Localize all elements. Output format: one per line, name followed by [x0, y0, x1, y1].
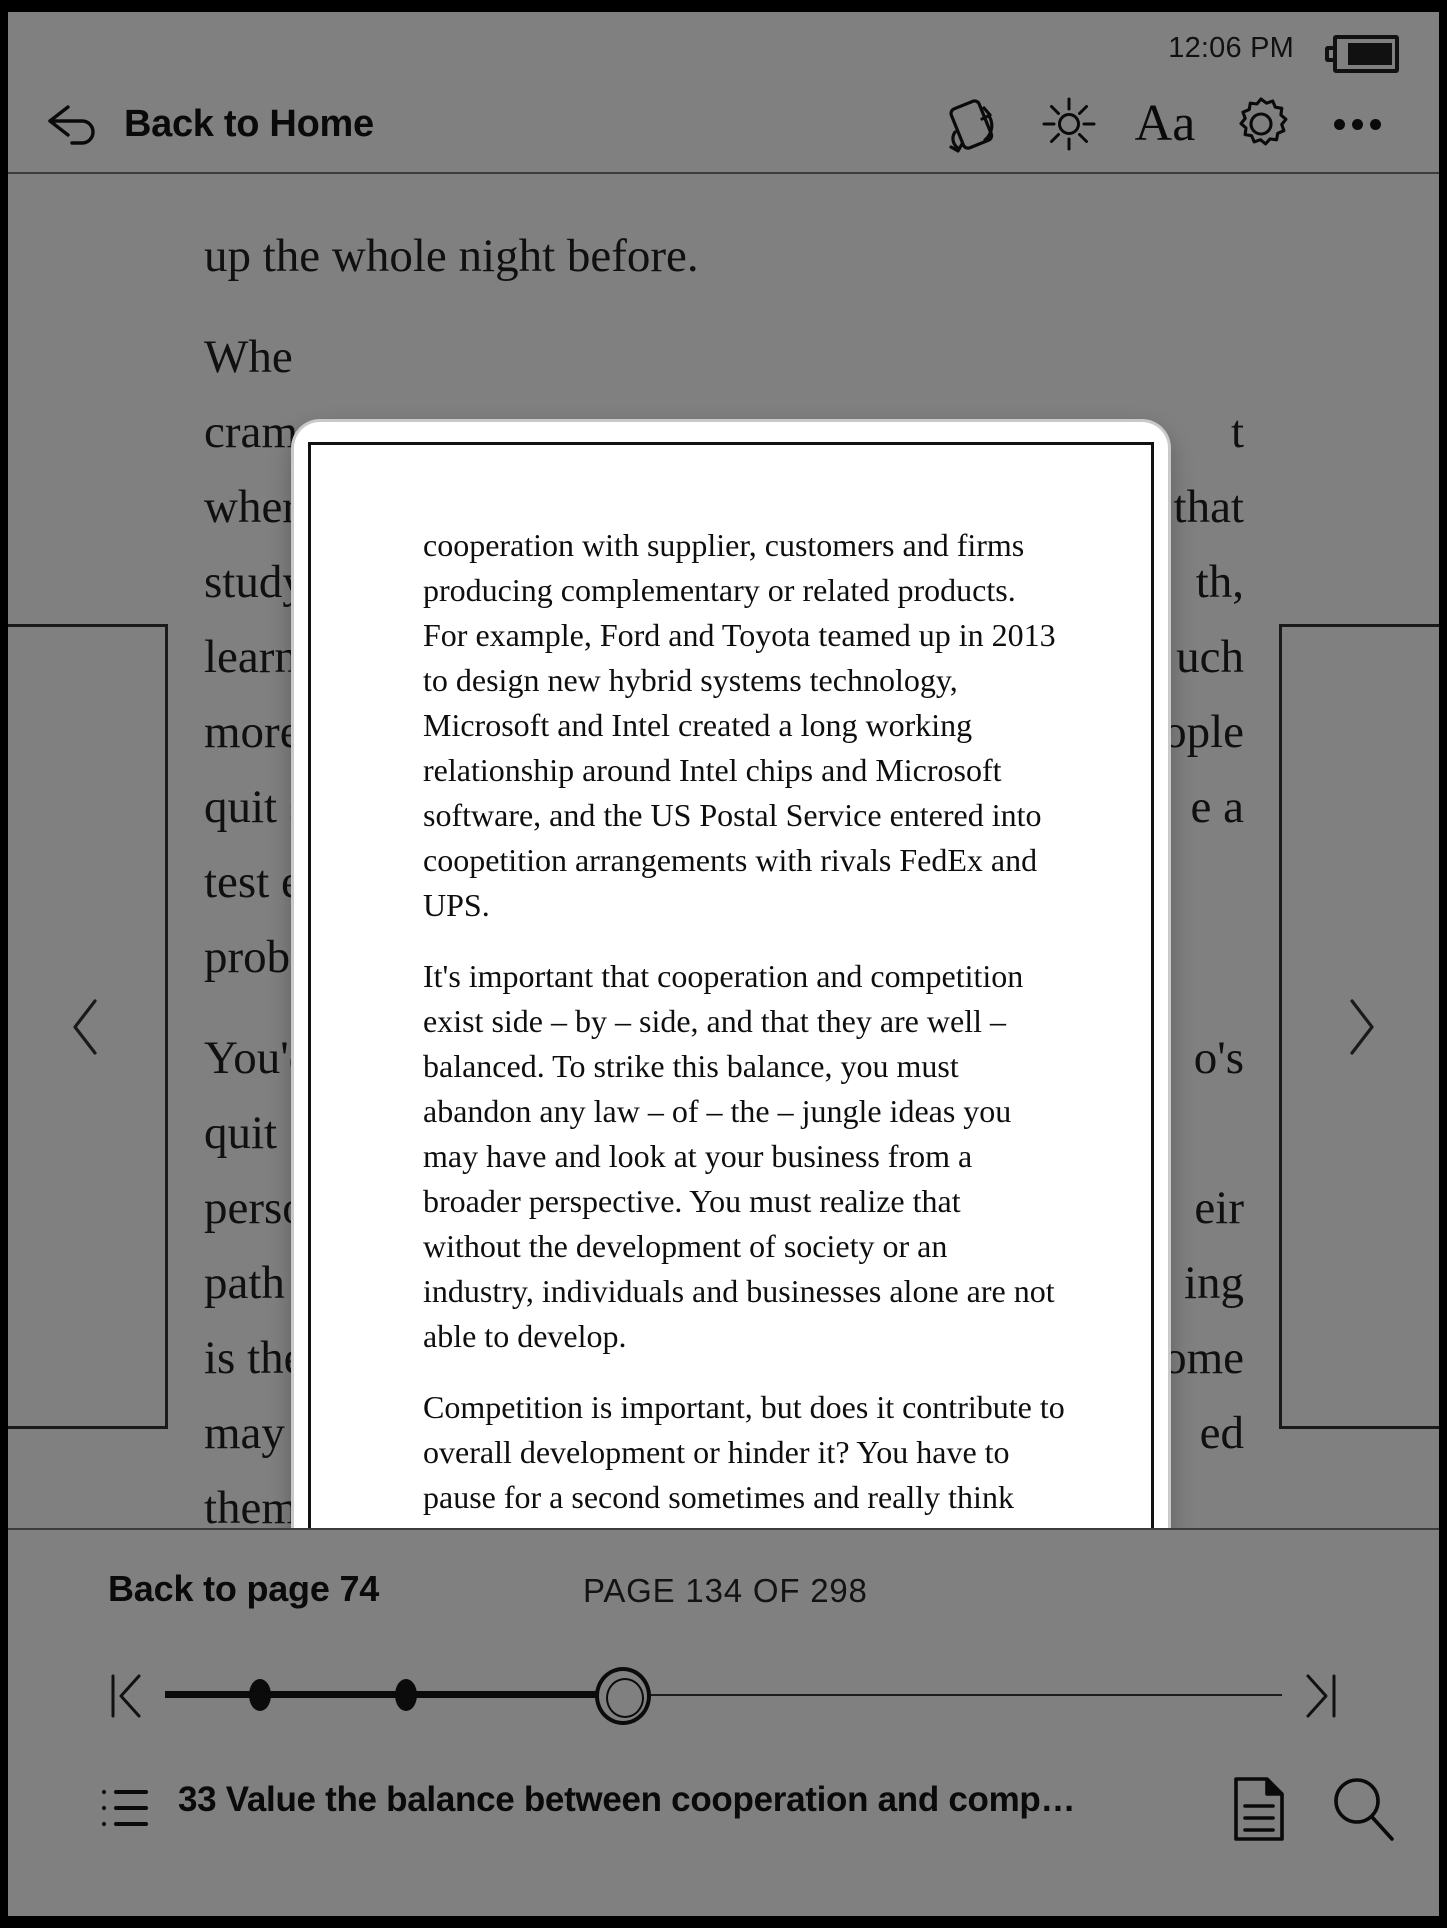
back-to-page-button[interactable]: Back to page 74 [108, 1568, 379, 1610]
page-slider-row[interactable] [8, 1650, 1439, 1740]
search-icon[interactable] [1329, 1774, 1397, 1842]
status-clock: 12:06 PM [1168, 32, 1294, 64]
page-body[interactable]: up the whole night before. Whe cram t whe… [8, 174, 1439, 1530]
dot-3 [1369, 118, 1381, 130]
page-slider[interactable] [165, 1650, 1282, 1740]
status-bar: 12:06 PM [8, 12, 1439, 76]
page-line: Whe [204, 331, 293, 383]
font-size-icon[interactable]: Aa [1117, 76, 1213, 172]
chevron-right-icon [1344, 997, 1378, 1057]
top-toolbar: Back to Home Aa [8, 76, 1439, 172]
next-page-tap-zone[interactable] [1279, 624, 1439, 1429]
back-to-home-button[interactable]: Back to Home [46, 76, 374, 172]
chapter-title[interactable]: 33 Value the balance between cooperation… [178, 1780, 1169, 1820]
popup-paragraph: Competition is important, but does it co… [423, 1389, 1065, 1530]
notes-document-icon[interactable] [1231, 1776, 1289, 1842]
toolbar-icon-group: Aa [925, 76, 1405, 172]
battery-level-fill [1348, 43, 1392, 65]
back-arrow-icon [46, 101, 102, 147]
e-reader-screen: 12:06 PM Back to Home Aa up the whole ni… [8, 12, 1439, 1916]
jump-to-end-icon[interactable] [1289, 1668, 1351, 1724]
rotate-screen-icon[interactable] [925, 76, 1021, 172]
settings-gear-icon[interactable] [1213, 76, 1309, 172]
page-indicator: PAGE 134 OF 298 [583, 1572, 868, 1609]
popup-text: cooperation with supplier, customers and… [423, 523, 1065, 1530]
slider-bookmark-marker[interactable] [248, 1679, 271, 1711]
popup-inner-frame: cooperation with supplier, customers and… [308, 442, 1154, 1530]
jump-to-start-icon[interactable] [96, 1668, 158, 1724]
back-to-home-label: Back to Home [124, 102, 374, 145]
slider-thumb[interactable] [595, 1667, 652, 1725]
e-reader-device: 12:06 PM Back to Home Aa up the whole ni… [0, 0, 1447, 1928]
page-info-row: Back to page 74 PAGE 134 OF 298 [8, 1568, 1439, 1630]
popup-paragraph: It's important that cooperation and comp… [423, 958, 1055, 1354]
bottom-bar: Back to page 74 PAGE 134 OF 298 33 Value… [8, 1530, 1439, 1916]
previous-page-tap-zone[interactable] [8, 624, 168, 1429]
toc-row: 33 Value the balance between cooperation… [8, 1758, 1439, 1858]
chevron-left-icon [69, 997, 103, 1057]
table-of-contents-icon[interactable] [100, 1782, 152, 1834]
dot-1 [1333, 118, 1345, 130]
more-options-icon[interactable] [1309, 76, 1405, 172]
page-line: up the whole night before. [204, 230, 699, 282]
page-line-cut-top [204, 174, 1244, 219]
text-preview-popup[interactable]: cooperation with supplier, customers and… [294, 422, 1168, 1530]
popup-paragraph: cooperation with supplier, customers and… [423, 527, 1056, 923]
slider-bookmark-marker[interactable] [395, 1679, 418, 1711]
brightness-icon[interactable] [1021, 76, 1117, 172]
battery-icon [1325, 35, 1399, 73]
dot-2 [1351, 118, 1363, 130]
